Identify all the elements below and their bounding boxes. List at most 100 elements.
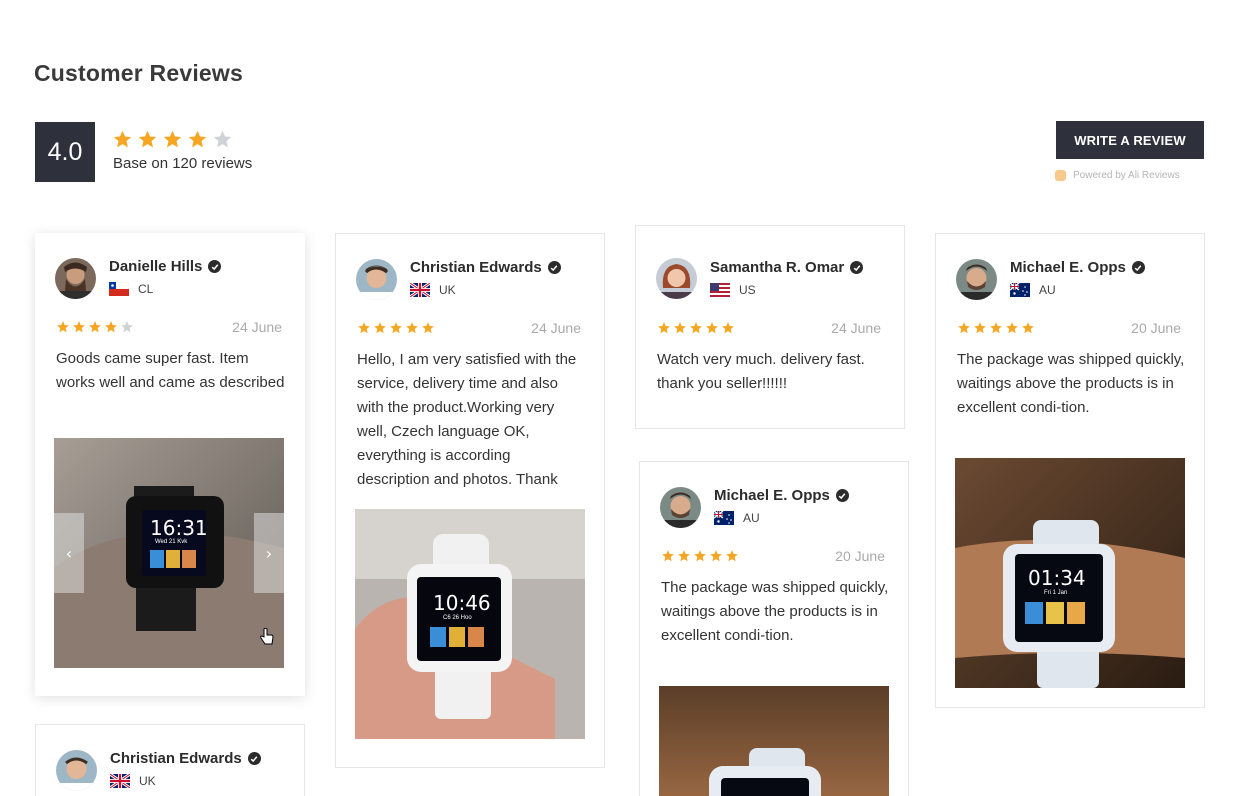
watch-time: 01:34 bbox=[1028, 566, 1086, 590]
watch-date: Wed 21 Kvk bbox=[155, 539, 188, 545]
avatar bbox=[956, 259, 997, 300]
verified-check-icon bbox=[547, 261, 561, 274]
page-title: Customer Reviews bbox=[34, 60, 243, 86]
star-filled-icon bbox=[163, 130, 182, 148]
uk-flag-icon bbox=[110, 774, 130, 788]
photo-prev-button[interactable]: ‹ bbox=[54, 513, 84, 593]
reviewer-country: UK bbox=[139, 774, 156, 788]
review-date: 24 June bbox=[531, 320, 581, 336]
rating-caption: Base on 120 reviews bbox=[113, 155, 253, 172]
reviewer-country: AU bbox=[1039, 283, 1056, 297]
reviewer-country: CL bbox=[138, 282, 154, 296]
review-text: The package was shipped quickly, waiting… bbox=[957, 351, 1185, 416]
australia-flag-icon bbox=[1010, 283, 1030, 297]
reviewer-country: US bbox=[739, 283, 756, 297]
star-filled-icon bbox=[1006, 322, 1018, 334]
review-stars bbox=[661, 549, 739, 563]
review-stars bbox=[657, 321, 735, 335]
review-text: Goods came super fast. Item works well a… bbox=[56, 350, 285, 391]
star-filled-icon bbox=[706, 322, 718, 334]
chevron-right-icon: › bbox=[265, 543, 273, 563]
star-filled-icon bbox=[188, 130, 207, 148]
star-filled-icon bbox=[974, 322, 986, 334]
watch-time: 16:31 bbox=[150, 516, 208, 540]
review-photo[interactable] bbox=[659, 686, 889, 796]
review-date: 20 June bbox=[1131, 320, 1181, 336]
chevron-left-icon: ‹ bbox=[65, 543, 73, 563]
star-filled-icon bbox=[374, 322, 386, 334]
star-filled-icon bbox=[89, 321, 101, 333]
avatar bbox=[656, 258, 697, 299]
star-empty-icon bbox=[121, 321, 133, 333]
powered-by[interactable]: Powered by Ali Reviews bbox=[1055, 170, 1180, 181]
verified-check-icon bbox=[1131, 261, 1145, 274]
star-filled-icon bbox=[1022, 322, 1034, 334]
star-filled-icon bbox=[358, 322, 370, 334]
star-filled-icon bbox=[662, 550, 674, 562]
star-filled-icon bbox=[674, 322, 686, 334]
hand-cursor-icon bbox=[260, 627, 274, 651]
star-filled-icon bbox=[406, 322, 418, 334]
write-review-button[interactable]: WRITE A REVIEW bbox=[1056, 121, 1204, 159]
summary-stars bbox=[112, 129, 233, 150]
review-date: 20 June bbox=[835, 548, 885, 564]
review-stars bbox=[56, 320, 134, 334]
star-filled-icon bbox=[138, 130, 157, 148]
reviewer-name: Christian Edwards bbox=[110, 750, 242, 767]
rating-score: 4.0 bbox=[35, 122, 95, 182]
review-card: Danielle Hills CL 24 June Goods came sup… bbox=[35, 233, 305, 696]
avatar bbox=[56, 750, 97, 791]
star-filled-icon bbox=[990, 322, 1002, 334]
star-filled-icon bbox=[958, 322, 970, 334]
ali-reviews-logo-icon bbox=[1055, 170, 1066, 181]
star-filled-icon bbox=[73, 321, 85, 333]
review-date: 24 June bbox=[232, 319, 282, 335]
star-filled-icon bbox=[422, 322, 434, 334]
review-photo[interactable]: 16:31 Wed 21 Kvk ‹ › bbox=[54, 438, 284, 668]
review-date: 24 June bbox=[831, 320, 881, 336]
reviewer-country: UK bbox=[439, 283, 456, 297]
avatar bbox=[55, 258, 96, 299]
star-filled-icon bbox=[722, 322, 734, 334]
watch-date: C6 26 Hoo bbox=[443, 615, 472, 621]
review-text: Watch very much. delivery fast. thank yo… bbox=[657, 351, 865, 392]
review-photo[interactable]: 10:46 C6 26 Hoo bbox=[355, 509, 585, 739]
uk-flag-icon bbox=[410, 283, 430, 297]
review-text: The package was shipped quickly, waiting… bbox=[661, 579, 889, 644]
verified-check-icon bbox=[247, 752, 261, 765]
us-flag-icon bbox=[710, 283, 730, 297]
review-card: Christian Edwards UK 24 June Hello, I am… bbox=[335, 233, 605, 768]
photo-next-button[interactable]: › bbox=[254, 513, 284, 593]
star-filled-icon bbox=[694, 550, 706, 562]
reviewer-name: Michael E. Opps bbox=[1010, 259, 1126, 276]
star-filled-icon bbox=[105, 321, 117, 333]
star-filled-icon bbox=[658, 322, 670, 334]
watch-app-icons bbox=[1025, 602, 1085, 624]
australia-flag-icon bbox=[714, 511, 734, 525]
verified-check-icon bbox=[835, 489, 849, 502]
star-filled-icon bbox=[678, 550, 690, 562]
avatar bbox=[356, 259, 397, 300]
review-card: Samantha R. Omar US 24 June Watch very m… bbox=[635, 225, 905, 429]
avatar bbox=[660, 487, 701, 528]
star-empty-icon bbox=[213, 130, 232, 148]
star-filled-icon bbox=[710, 550, 722, 562]
review-text: Hello, I am very satisfied with the serv… bbox=[357, 351, 577, 488]
star-filled-icon bbox=[57, 321, 69, 333]
star-filled-icon bbox=[726, 550, 738, 562]
watch-time: 10:46 bbox=[433, 591, 491, 615]
review-card: Christian Edwards UK bbox=[35, 724, 305, 796]
review-card: Michael E. Opps AU 20 June The package w… bbox=[935, 233, 1205, 708]
reviewer-name: Samantha R. Omar bbox=[710, 259, 845, 276]
chile-flag-icon bbox=[109, 282, 129, 296]
powered-by-text: Powered by Ali Reviews bbox=[1073, 170, 1180, 181]
watch-date: Fri 1 Jan bbox=[1044, 590, 1068, 596]
review-stars bbox=[957, 321, 1035, 335]
reviewer-name: Danielle Hills bbox=[109, 258, 203, 275]
review-photo[interactable]: 01:34 Fri 1 Jan bbox=[955, 458, 1185, 688]
star-filled-icon bbox=[390, 322, 402, 334]
reviewer-name: Christian Edwards bbox=[410, 259, 542, 276]
watch-app-icons bbox=[150, 550, 196, 568]
star-filled-icon bbox=[690, 322, 702, 334]
reviewer-name: Michael E. Opps bbox=[714, 487, 830, 504]
